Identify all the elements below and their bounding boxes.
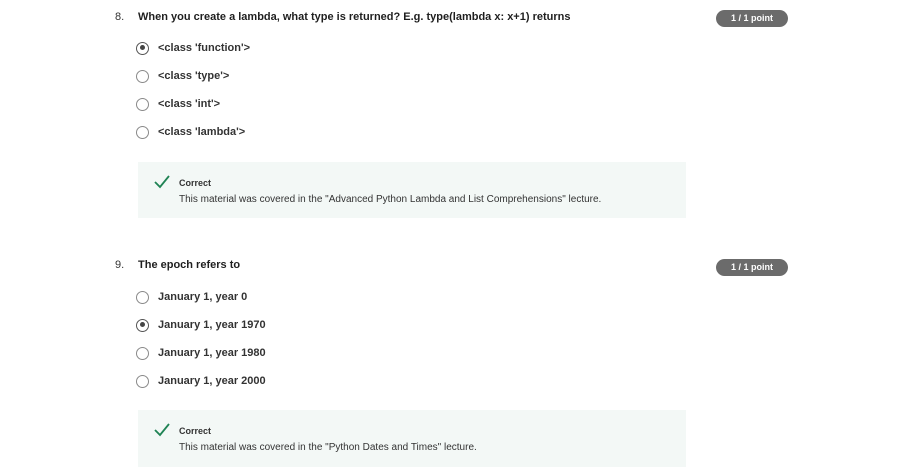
option-int[interactable]: <class 'int'>	[136, 96, 220, 112]
option-label: January 1, year 1980	[158, 347, 266, 359]
question-number: 8.	[115, 11, 125, 23]
option-year-2000[interactable]: January 1, year 2000	[136, 373, 266, 389]
question-text: When you create a lambda, what type is r…	[138, 11, 571, 23]
feedback-box: Correct This material was covered in the…	[138, 162, 686, 218]
option-type[interactable]: <class 'type'>	[136, 68, 229, 84]
radio-unselected[interactable]	[136, 97, 149, 111]
feedback-text: This material was covered in the "Python…	[179, 442, 477, 453]
radio-unselected[interactable]	[136, 290, 149, 304]
radio-unselected[interactable]	[136, 346, 149, 360]
radio-selected[interactable]	[136, 318, 149, 332]
option-label: January 1, year 1970	[158, 319, 266, 331]
option-label: January 1, year 0	[158, 291, 248, 303]
feedback-text: This material was covered in the "Advanc…	[179, 194, 602, 205]
feedback-status: Correct	[179, 178, 212, 188]
feedback-box: Correct This material was covered in the…	[138, 410, 686, 467]
question-number: 9.	[115, 259, 125, 271]
option-label: <class 'int'>	[158, 98, 221, 110]
score-badge: 1 / 1 point	[716, 10, 788, 27]
option-year-0[interactable]: January 1, year 0	[136, 289, 247, 305]
radio-unselected[interactable]	[136, 374, 149, 388]
radio-unselected[interactable]	[136, 69, 149, 83]
feedback-status: Correct	[179, 426, 212, 436]
checkmark-icon	[154, 423, 170, 437]
option-label: <class 'lambda'>	[158, 126, 246, 138]
radio-unselected[interactable]	[136, 125, 149, 139]
option-year-1980[interactable]: January 1, year 1980	[136, 345, 266, 361]
question-text: The epoch refers to	[138, 259, 241, 271]
score-badge: 1 / 1 point	[716, 259, 788, 276]
option-label: January 1, year 2000	[158, 375, 266, 387]
checkmark-icon	[154, 175, 170, 189]
option-function[interactable]: <class 'function'>	[136, 40, 250, 56]
radio-selected[interactable]	[136, 41, 149, 55]
option-label: <class 'function'>	[158, 42, 251, 54]
option-lambda[interactable]: <class 'lambda'>	[136, 124, 245, 140]
option-year-1970[interactable]: January 1, year 1970	[136, 317, 266, 333]
option-label: <class 'type'>	[158, 70, 230, 82]
